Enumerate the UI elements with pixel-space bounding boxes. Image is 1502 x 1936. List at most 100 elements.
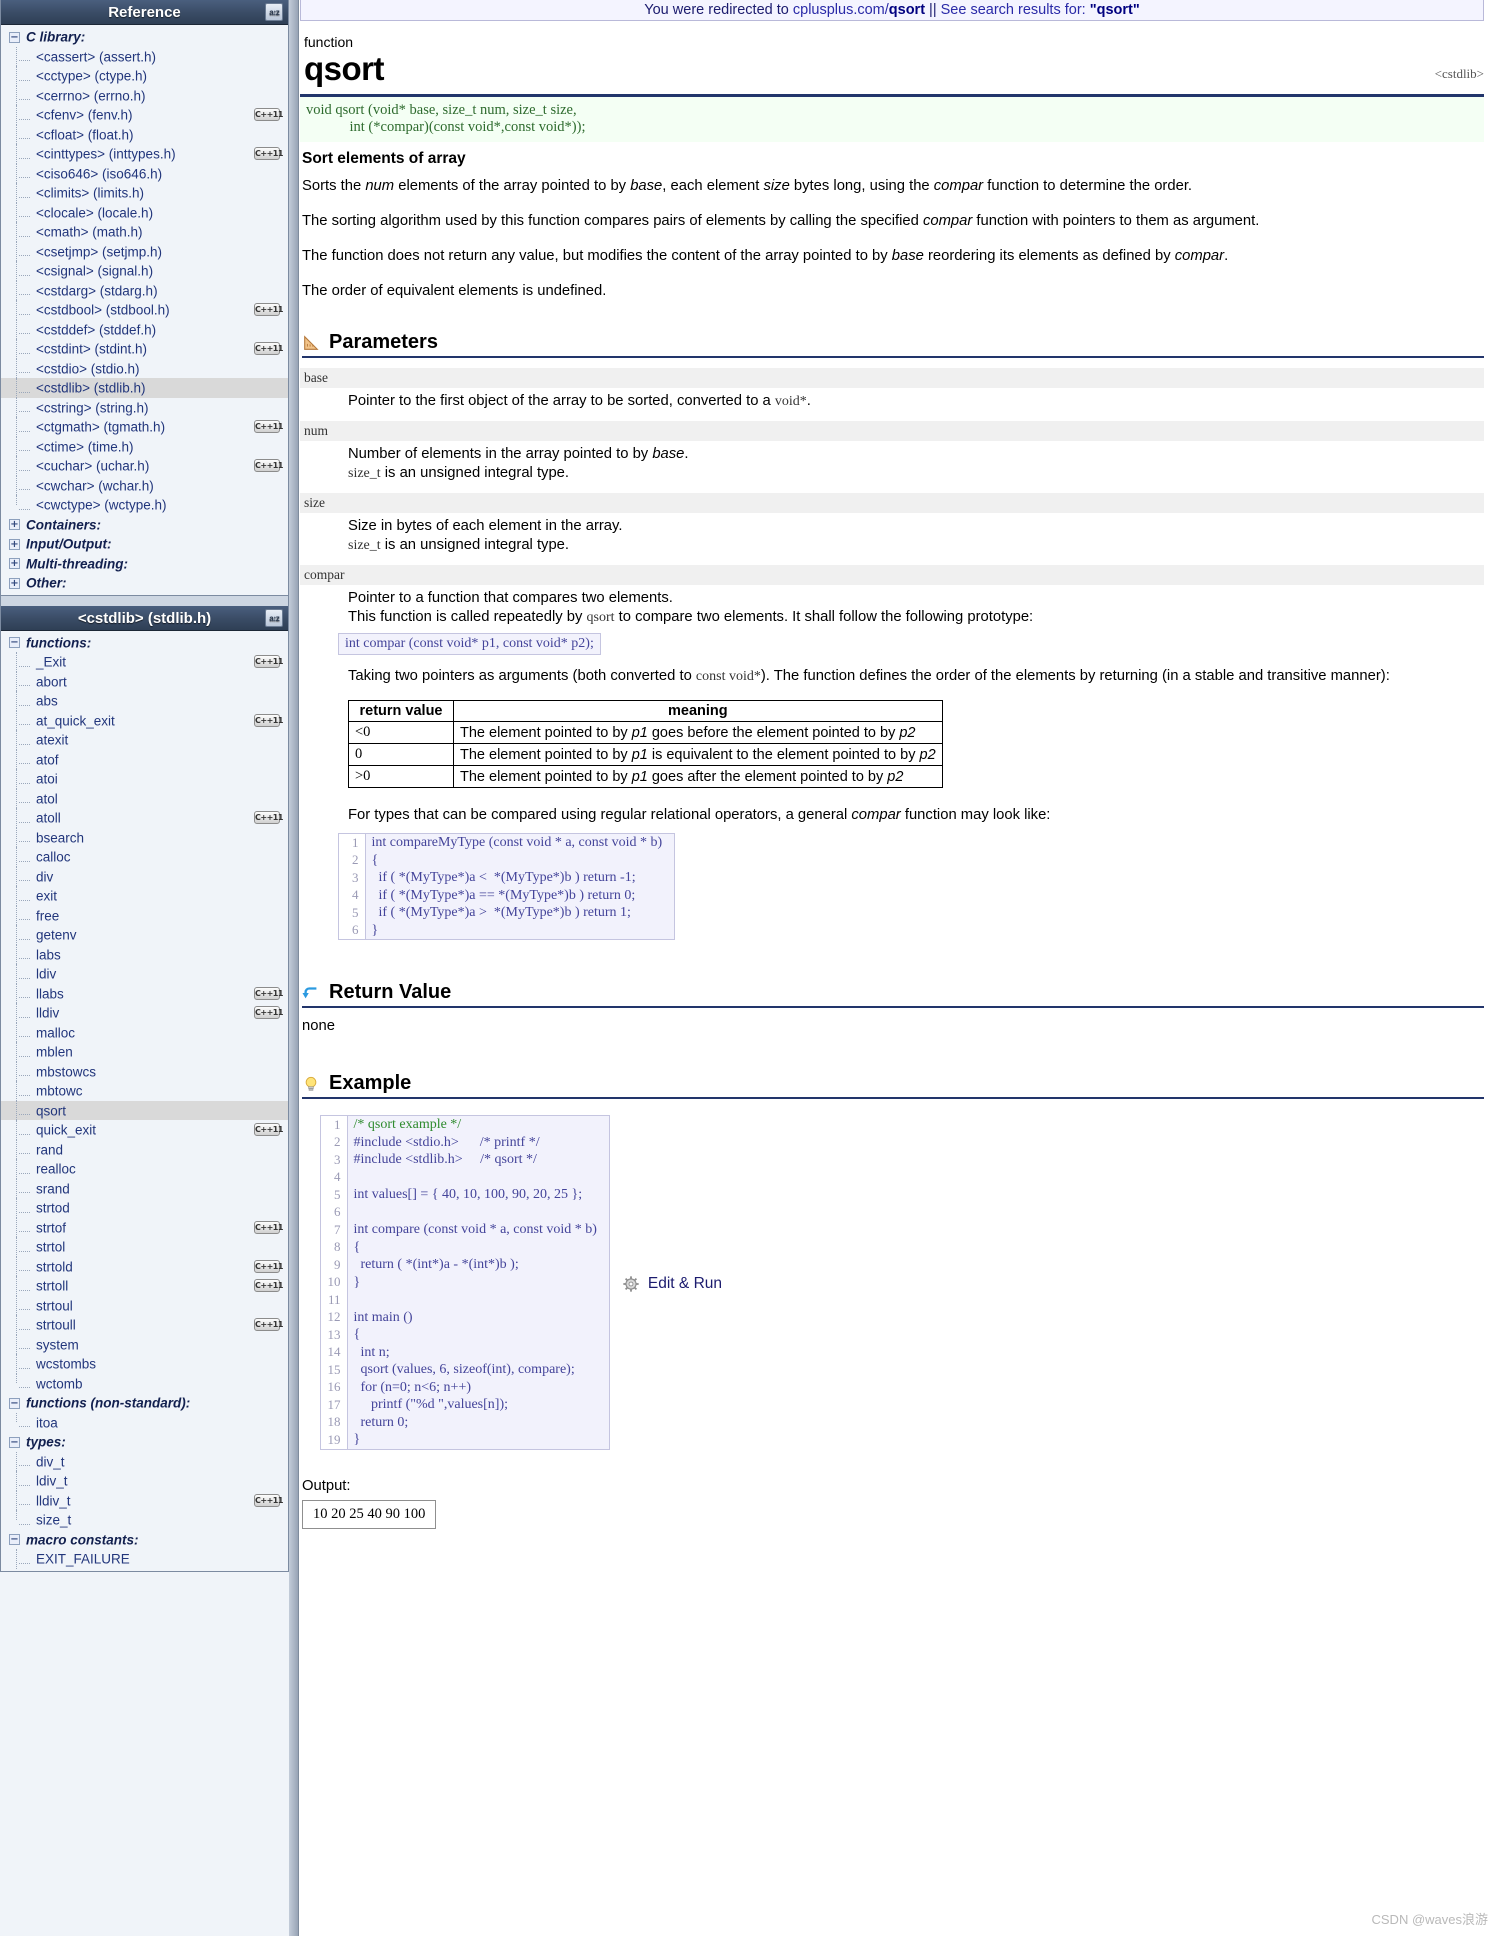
expand-icon[interactable]: + — [9, 558, 20, 570]
tree-stem — [15, 202, 17, 222]
compar-prototype-code: int compar (const void* p1, const void* … — [338, 633, 601, 655]
sidebar-item-cstdio-stdio-h[interactable]: <cstdio> (stdio.h) — [1, 358, 288, 378]
sidebar-item-itoa[interactable]: itoa — [1, 1412, 288, 1433]
redirect-link[interactable]: cplusplus.com/qsort — [793, 2, 925, 18]
sidebar-item-bsearch[interactable]: bsearch — [1, 827, 288, 847]
sidebar-item-wcstombs[interactable]: wcstombs — [1, 1354, 288, 1374]
sidebar-item-calloc[interactable]: calloc — [1, 847, 288, 867]
sidebar-item-strtol[interactable]: strtol — [1, 1237, 288, 1257]
sidebar-item-cstdint-stdint-h[interactable]: <cstdint> (stdint.h) C++11 — [1, 339, 288, 359]
collapse-icon[interactable]: − — [9, 1436, 20, 1448]
sidebar-item-getenv[interactable]: getenv — [1, 925, 288, 945]
sidebar-item-types[interactable]: − types: — [1, 1432, 288, 1452]
sidebar-item-exit[interactable]: _Exit C++11 — [1, 652, 288, 672]
sidebar-item-div[interactable]: div — [1, 866, 288, 886]
sidebar-item-ciso646-iso646-h[interactable]: <ciso646> (iso646.h) — [1, 163, 288, 183]
sidebar-item-atoll[interactable]: atoll C++11 — [1, 808, 288, 828]
sidebar-item-labs[interactable]: labs — [1, 944, 288, 964]
sidebar-item-lldiv[interactable]: lldiv C++11 — [1, 1003, 288, 1023]
search-results-link[interactable]: See search results for: "qsort" — [941, 2, 1140, 18]
sidebar-item-cuchar-uchar-h[interactable]: <cuchar> (uchar.h) C++11 — [1, 456, 288, 476]
sidebar-item-cstdlib-stdlib-h[interactable]: <cstdlib> (stdlib.h) — [1, 378, 288, 398]
tree-branch-icon — [19, 1379, 30, 1389]
sidebar-item-clocale-locale-h[interactable]: <clocale> (locale.h) — [1, 202, 288, 222]
sidebar-item-ldiv-t[interactable]: ldiv_t — [1, 1471, 288, 1491]
sidebar-item-csetjmp-setjmp-h[interactable]: <csetjmp> (setjmp.h) — [1, 241, 288, 261]
tree-stem — [15, 183, 17, 203]
sidebar-item-csignal-signal-h[interactable]: <csignal> (signal.h) — [1, 261, 288, 281]
sidebar-item-wctomb[interactable]: wctomb — [1, 1373, 288, 1394]
expand-icon[interactable]: + — [9, 538, 20, 550]
sidebar-item-malloc[interactable]: malloc — [1, 1022, 288, 1042]
sidebar-item-cwchar-wchar-h[interactable]: <cwchar> (wchar.h) — [1, 475, 288, 495]
sidebar-item-mbtowc[interactable]: mbtowc — [1, 1081, 288, 1101]
sidebar-item-strtoll[interactable]: strtoll C++11 — [1, 1276, 288, 1296]
sidebar-item-label: macro constants: — [26, 1532, 139, 1548]
sidebar-item-strtoul[interactable]: strtoul — [1, 1295, 288, 1315]
sidebar-item-exit[interactable]: exit — [1, 886, 288, 906]
sidebar-item-srand[interactable]: srand — [1, 1178, 288, 1198]
sidebar-item-cfloat-float-h[interactable]: <cfloat> (float.h) — [1, 124, 288, 144]
sidebar-item-llabs[interactable]: llabs C++11 — [1, 983, 288, 1003]
sidebar-item-size-t[interactable]: size_t — [1, 1510, 288, 1530]
sidebar-item-ldiv[interactable]: ldiv — [1, 964, 288, 984]
sidebar-item-cctype-ctype-h[interactable]: <cctype> (ctype.h) — [1, 66, 288, 86]
sidebar-item-atoi[interactable]: atoi — [1, 769, 288, 789]
expand-icon[interactable]: + — [9, 577, 20, 589]
sidebar-item-other[interactable]: + Other: — [1, 573, 288, 593]
collapse-icon[interactable]: − — [9, 637, 20, 649]
sidebar-item-cstddef-stddef-h[interactable]: <cstddef> (stddef.h) — [1, 319, 288, 339]
sidebar-item-strtod[interactable]: strtod — [1, 1198, 288, 1218]
tree-stem — [15, 1100, 17, 1120]
sidebar-item-at-quick-exit[interactable]: at_quick_exit C++11 — [1, 710, 288, 730]
sidebar-item-cmath-math-h[interactable]: <cmath> (math.h) — [1, 222, 288, 242]
sidebar-item-strtold[interactable]: strtold C++11 — [1, 1256, 288, 1276]
sidebar-item-rand[interactable]: rand — [1, 1139, 288, 1159]
sidebar-item-climits-limits-h[interactable]: <climits> (limits.h) — [1, 183, 288, 203]
a-z-sort-icon[interactable]: a↕z — [265, 3, 283, 21]
sidebar-item-qsort[interactable]: qsort — [1, 1100, 288, 1120]
sidebar-item-abs[interactable]: abs — [1, 691, 288, 711]
sidebar-item-input-output[interactable]: + Input/Output: — [1, 534, 288, 554]
expand-icon[interactable]: + — [9, 519, 20, 531]
sidebar-item-cwctype-wctype-h[interactable]: <cwctype> (wctype.h) — [1, 495, 288, 515]
sidebar-item-quick-exit[interactable]: quick_exit C++11 — [1, 1120, 288, 1140]
sidebar-item-atof[interactable]: atof — [1, 749, 288, 769]
sidebar-item-atol[interactable]: atol — [1, 788, 288, 808]
sidebar-item-multi-threading[interactable]: + Multi-threading: — [1, 554, 288, 574]
sidebar-item-realloc[interactable]: realloc — [1, 1159, 288, 1179]
sidebar-item-functions-non-standard[interactable]: − functions (non-standard): — [1, 1393, 288, 1413]
tree-branch-icon — [19, 1555, 30, 1564]
sidebar-item-mbstowcs[interactable]: mbstowcs — [1, 1061, 288, 1081]
sidebar-item-atexit[interactable]: atexit — [1, 730, 288, 750]
sidebar-item-abort[interactable]: abort — [1, 671, 288, 691]
sidebar-item-cstring-string-h[interactable]: <cstring> (string.h) — [1, 397, 288, 417]
sidebar-item-cerrno-errno-h[interactable]: <cerrno> (errno.h) — [1, 85, 288, 105]
param-desc-size: Size in bytes of each element in the arr… — [348, 518, 623, 553]
sidebar-item-cfenv-fenv-h[interactable]: <cfenv> (fenv.h) C++11 — [1, 105, 288, 125]
sidebar-item-cinttypes-inttypes-h[interactable]: <cinttypes> (inttypes.h) C++11 — [1, 144, 288, 164]
param-desc-compar: Pointer to a function that compares two … — [348, 590, 1034, 625]
sidebar-item-lldiv-t[interactable]: lldiv_t C++11 — [1, 1490, 288, 1510]
sidebar-item-free[interactable]: free — [1, 905, 288, 925]
sidebar-item-ctgmath-tgmath-h[interactable]: <ctgmath> (tgmath.h) C++11 — [1, 417, 288, 437]
sidebar-item-ctime-time-h[interactable]: <ctime> (time.h) — [1, 436, 288, 456]
edit-and-run-button[interactable]: Edit & Run — [622, 1275, 722, 1293]
sidebar-item-div-t[interactable]: div_t — [1, 1451, 288, 1471]
collapse-icon[interactable]: − — [9, 1397, 20, 1409]
sidebar-item-exit-failure[interactable]: EXIT_FAILURE — [1, 1549, 288, 1569]
collapse-icon[interactable]: − — [9, 31, 20, 43]
sidebar-item-functions[interactable]: − functions: — [1, 633, 288, 653]
sidebar-item-cstdarg-stdarg-h[interactable]: <cstdarg> (stdarg.h) — [1, 280, 288, 300]
collapse-icon[interactable]: − — [9, 1534, 20, 1546]
sidebar-item-containers[interactable]: + Containers: — [1, 515, 288, 535]
sidebar-item-macro-constants[interactable]: − macro constants: — [1, 1530, 288, 1550]
sidebar-item-strtof[interactable]: strtof C++11 — [1, 1217, 288, 1237]
sidebar-item-cstdbool-stdbool-h[interactable]: <cstdbool> (stdbool.h) C++11 — [1, 300, 288, 320]
sidebar-item-c-library[interactable]: − C library: — [1, 27, 288, 47]
sidebar-item-system[interactable]: system — [1, 1334, 288, 1354]
sidebar-item-cassert-assert-h[interactable]: <cassert> (assert.h) — [1, 46, 288, 66]
a-z-sort-icon[interactable]: a↕z — [265, 608, 283, 627]
sidebar-item-strtoull[interactable]: strtoull C++11 — [1, 1315, 288, 1335]
sidebar-item-mblen[interactable]: mblen — [1, 1042, 288, 1062]
